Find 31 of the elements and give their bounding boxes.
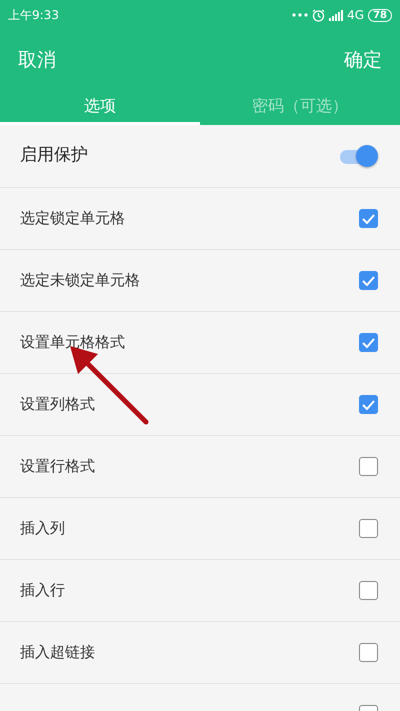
battery-level: 78 (368, 8, 392, 22)
signal-icon (329, 10, 344, 20)
network-type: 4G (347, 7, 364, 24)
alarm-icon (312, 8, 326, 22)
checkbox[interactable] (359, 271, 378, 290)
option-label: 选定锁定单元格 (20, 208, 125, 230)
checkbox[interactable] (359, 333, 378, 352)
option-label: 设置列格式 (20, 394, 95, 416)
check-icon (362, 400, 375, 410)
checkbox[interactable] (359, 395, 378, 414)
protection-toggle[interactable] (338, 145, 378, 167)
check-icon (362, 338, 375, 348)
checkbox[interactable] (359, 581, 378, 600)
option-label: 插入列 (20, 518, 65, 540)
check-icon (362, 276, 375, 286)
confirm-button[interactable]: 确定 (344, 46, 382, 74)
option-label: 选定未锁定单元格 (20, 270, 140, 292)
checkbox[interactable] (359, 519, 378, 538)
checkbox[interactable] (359, 457, 378, 476)
option-label: 插入超链接 (20, 642, 95, 664)
setting-label: 启用保护 (20, 144, 88, 168)
check-icon (362, 214, 375, 224)
option-label: 设置行格式 (20, 456, 95, 478)
cancel-button[interactable]: 取消 (18, 46, 56, 74)
tab[interactable]: 选项 (0, 90, 200, 125)
tab[interactable]: 密码（可选） (200, 90, 400, 125)
option-label: 插入行 (20, 580, 65, 602)
checkbox[interactable] (359, 643, 378, 662)
checkbox[interactable] (359, 209, 378, 228)
more-icon (292, 13, 308, 17)
status-time: 上午9:33 (8, 7, 59, 24)
